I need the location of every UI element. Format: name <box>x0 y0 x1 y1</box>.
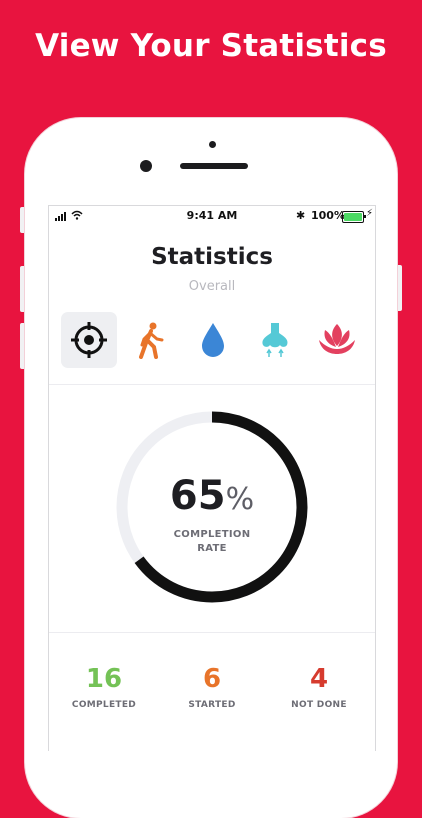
phone-sensor <box>209 141 216 148</box>
status-bar: 9:41 AM ✱ 100% ⚡ <box>49 206 375 226</box>
page-title: Statistics <box>151 244 273 270</box>
percent-sign: % <box>225 482 255 517</box>
stat-label: NOT DONE <box>291 700 347 710</box>
tab-overall[interactable] <box>61 312 117 368</box>
walking-person-icon <box>139 322 164 359</box>
stat-completed: 16 COMPLETED <box>49 664 159 710</box>
charging-icon: ⚡ <box>366 208 374 219</box>
completion-label: COMPLETION RATE <box>162 528 262 556</box>
stat-value: 16 <box>85 664 123 694</box>
completion-label-line1: COMPLETION <box>173 529 251 540</box>
phone-speaker <box>180 163 248 169</box>
battery-percent: 100% <box>311 209 345 222</box>
stat-label: COMPLETED <box>71 700 137 710</box>
phone-camera <box>140 160 152 172</box>
completion-label-line2: RATE <box>197 543 227 554</box>
stat-value: 4 <box>309 664 329 694</box>
crosshair-icon <box>71 322 107 358</box>
tab-water[interactable] <box>185 312 241 368</box>
stat-not-done: 4 NOT DONE <box>264 664 374 710</box>
app-screen: 9:41 AM ✱ 100% ⚡ Statistics Overall 65% … <box>48 205 376 751</box>
battery-icon <box>342 211 366 223</box>
headline: View Your Statistics <box>35 28 387 64</box>
lotus-icon <box>319 324 355 354</box>
water-drop-icon <box>202 323 224 357</box>
divider <box>49 632 375 633</box>
tab-walking[interactable] <box>123 312 179 368</box>
category-tabs <box>61 312 363 368</box>
stat-started: 6 STARTED <box>157 664 267 710</box>
nose-breath-icon <box>262 323 288 357</box>
completion-percent: 65% <box>49 473 375 519</box>
stat-value: 6 <box>202 664 222 694</box>
tab-meditation[interactable] <box>309 312 365 368</box>
tab-breathing[interactable] <box>247 312 303 368</box>
stat-label: STARTED <box>188 700 236 710</box>
bluetooth-icon: ✱ <box>296 209 306 222</box>
divider <box>49 384 375 385</box>
page-subtitle: Overall <box>188 279 236 294</box>
completion-value: 65 <box>169 473 226 519</box>
